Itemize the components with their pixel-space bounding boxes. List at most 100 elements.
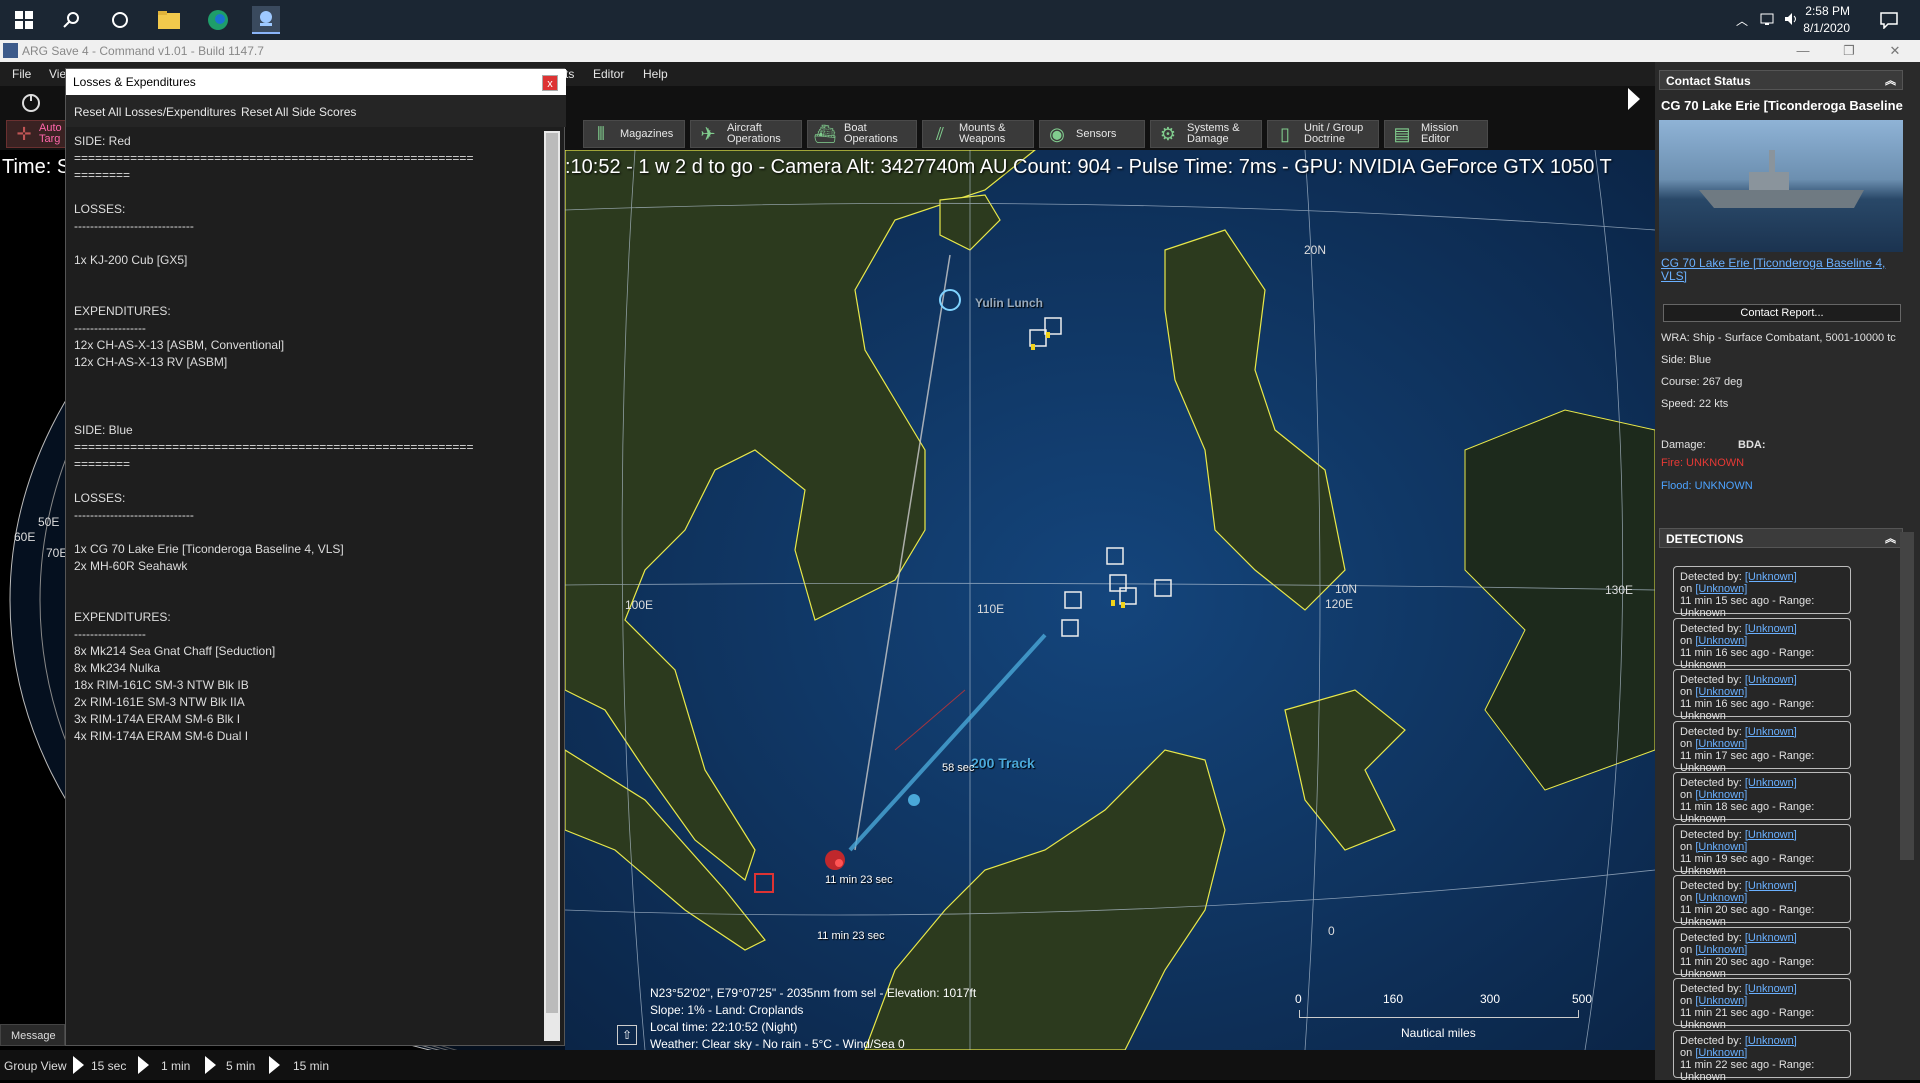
play-icon[interactable] xyxy=(269,1056,280,1074)
detector-link[interactable]: [Unknown] xyxy=(1745,726,1797,738)
reset-scores-button[interactable]: Reset All Side Scores xyxy=(241,105,356,119)
detection-entry[interactable]: Detected by: [Unknown] on [Unknown] 11 min… xyxy=(1673,617,1851,671)
aircraft-operations-button[interactable]: ✈ Aircraft Operations xyxy=(690,120,802,148)
detection-entry[interactable]: Detected by: [Unknown] on [Unknown] 11 min… xyxy=(1673,978,1851,1031)
menu-editor[interactable]: Editor xyxy=(593,67,624,81)
systems-damage-button[interactable]: ⚙ Systems & Damage xyxy=(1150,120,1262,148)
detector-link[interactable]: [Unknown] xyxy=(1745,777,1797,789)
collapse-icon[interactable]: ︽ xyxy=(1885,529,1896,549)
contact-link[interactable]: CG 70 Lake Erie [Ticonderoga Baseline 4,… xyxy=(1661,257,1903,283)
platform-link[interactable]: [Unknown] xyxy=(1695,738,1747,750)
unit-group-doctrine-button[interactable]: ▯ Unit / Group Doctrine xyxy=(1267,120,1379,148)
scrollbar[interactable] xyxy=(544,131,560,1041)
scrollbar[interactable] xyxy=(1900,532,1914,860)
detector-link[interactable]: [Unknown] xyxy=(1745,1035,1797,1047)
detected-by-label: Detected by: xyxy=(1680,674,1742,686)
platform-link[interactable]: [Unknown] xyxy=(1695,995,1747,1007)
detector-link[interactable]: [Unknown] xyxy=(1745,829,1797,841)
detection-entry[interactable]: Detected by: [Unknown] on [Unknown] 11 min… xyxy=(1673,823,1851,877)
platform-link[interactable]: [Unknown] xyxy=(1695,892,1747,904)
scale-160: 160 xyxy=(1383,992,1404,1006)
speed-15min[interactable]: 15 min xyxy=(293,1059,329,1073)
edge-browser-icon[interactable] xyxy=(204,6,232,34)
detection-entry[interactable]: Detected by: [Unknown] on [Unknown] 11 min… xyxy=(1673,720,1851,774)
platform-link[interactable]: [Unknown] xyxy=(1695,789,1747,801)
search-icon[interactable] xyxy=(58,6,86,34)
contact-report-button[interactable]: Contact Report... xyxy=(1663,304,1901,322)
magazines-button[interactable]: ⦀ Magazines xyxy=(583,120,685,148)
close-icon[interactable]: x xyxy=(542,75,558,91)
detection-entry[interactable]: Detected by: [Unknown] on [Unknown] 11 min… xyxy=(1673,875,1851,928)
minimize-icon[interactable]: — xyxy=(1781,40,1825,62)
sensors-button[interactable]: ◉ Sensors xyxy=(1039,120,1145,148)
mission-editor-button[interactable]: ▤ Mission Editor xyxy=(1384,120,1488,148)
message-log-tab[interactable]: Message L xyxy=(0,1024,65,1064)
losses-text[interactable]: SIDE: Red ==============================… xyxy=(66,127,542,1039)
detector-link[interactable]: [Unknown] xyxy=(1745,983,1797,995)
clock-toggle-icon[interactable] xyxy=(20,92,44,114)
play-icon[interactable] xyxy=(138,1056,149,1074)
cortana-icon[interactable] xyxy=(106,6,134,34)
menu-file[interactable]: File xyxy=(12,67,31,81)
detection-entry[interactable]: Detected by: [Unknown] on [Unknown] 11 min… xyxy=(1673,772,1851,825)
detection-entry[interactable]: Detected by: [Unknown] on [Unknown] 11 min… xyxy=(1673,566,1851,619)
contact-status-header[interactable]: Contact Status ︽ xyxy=(1659,70,1903,90)
detection-time: 11 min 21 sec ago xyxy=(1680,1007,1770,1019)
grid-label-0: 0 xyxy=(1328,924,1335,938)
app-icon xyxy=(3,43,18,58)
grid-label-130e: 130E xyxy=(1605,583,1634,597)
platform-link[interactable]: [Unknown] xyxy=(1695,635,1747,647)
reset-losses-button[interactable]: Reset All Losses/Expenditures xyxy=(74,105,236,119)
platform-link[interactable]: [Unknown] xyxy=(1695,944,1747,956)
mounts-weapons-button[interactable]: ⫽ Mounts & Weapons xyxy=(922,120,1034,148)
speed-1min[interactable]: 1 min xyxy=(161,1059,190,1073)
platform-link[interactable]: [Unknown] xyxy=(1695,1047,1747,1059)
on-label: on xyxy=(1680,686,1693,698)
detections-header[interactable]: DETECTIONS ︽ xyxy=(1659,528,1903,548)
platform-link[interactable]: [Unknown] xyxy=(1695,841,1747,853)
group-view-label[interactable]: Group View xyxy=(4,1059,66,1073)
contact-speed: Speed: 22 kts xyxy=(1661,398,1729,410)
menu-view[interactable]: Vie xyxy=(49,67,66,81)
grid-label-110e: 110E xyxy=(977,602,1005,616)
tactical-map[interactable]: 20N 10N 100E 110E 120E 130E 0 Yulin Lunc… xyxy=(565,150,1655,1050)
collapse-icon[interactable]: ︽ xyxy=(1885,71,1896,91)
play-icon[interactable] xyxy=(73,1056,84,1074)
map-label-58sec: 58 sec xyxy=(942,762,975,774)
platform-link[interactable]: [Unknown] xyxy=(1695,686,1747,698)
detector-link[interactable]: [Unknown] xyxy=(1745,623,1797,635)
detection-entry[interactable]: Detected by: [Unknown] on [Unknown] 11 min… xyxy=(1673,669,1851,722)
detection-entry[interactable]: Detected by: [Unknown] on [Unknown] 11 min… xyxy=(1673,926,1851,980)
detection-entry[interactable]: Detected by: [Unknown] on [Unknown] 11 min… xyxy=(1673,1029,1851,1083)
detected-by-label: Detected by: xyxy=(1680,777,1742,789)
speed-15sec[interactable]: 15 sec xyxy=(91,1059,126,1073)
map-canvas xyxy=(565,150,1655,1050)
upload-icon[interactable]: ⇧ xyxy=(617,1025,637,1045)
losses-window-title: Losses & Expenditures xyxy=(66,69,566,95)
platform-link[interactable]: [Unknown] xyxy=(1695,583,1747,595)
restore-icon[interactable]: ❐ xyxy=(1827,40,1871,62)
detector-link[interactable]: [Unknown] xyxy=(1745,932,1797,944)
detector-link[interactable]: [Unknown] xyxy=(1745,880,1797,892)
auto-target-button[interactable]: ✛ Auto Targ xyxy=(6,120,66,148)
expand-panel-icon[interactable] xyxy=(1628,88,1640,110)
detector-link[interactable]: [Unknown] xyxy=(1745,674,1797,686)
close-icon[interactable]: ✕ xyxy=(1873,40,1917,62)
speed-5min[interactable]: 5 min xyxy=(226,1059,255,1073)
scrollbar-thumb[interactable] xyxy=(546,133,558,1013)
boat-operations-button[interactable]: ⛴ Boat Operations xyxy=(807,120,917,148)
map-status-line: :10:52 - 1 w 2 d to go - Camera Alt: 342… xyxy=(565,156,1612,178)
menu-scenario[interactable]: ts xyxy=(565,67,574,81)
system-clock[interactable]: 2:58 PM 8/1/2020 xyxy=(1770,3,1850,37)
on-label: on xyxy=(1680,892,1693,904)
grid-label-60e: 60E xyxy=(14,530,36,544)
chevron-up-icon[interactable]: ︿ xyxy=(1736,12,1748,29)
command-app-icon[interactable] xyxy=(252,6,280,34)
file-explorer-icon[interactable] xyxy=(155,6,183,34)
menu-help[interactable]: Help xyxy=(643,67,668,81)
notifications-icon[interactable] xyxy=(1880,11,1898,34)
time-label: Time: S xyxy=(2,156,71,178)
windows-start-icon[interactable] xyxy=(10,6,38,34)
detector-link[interactable]: [Unknown] xyxy=(1745,571,1797,583)
play-icon[interactable] xyxy=(205,1056,216,1074)
